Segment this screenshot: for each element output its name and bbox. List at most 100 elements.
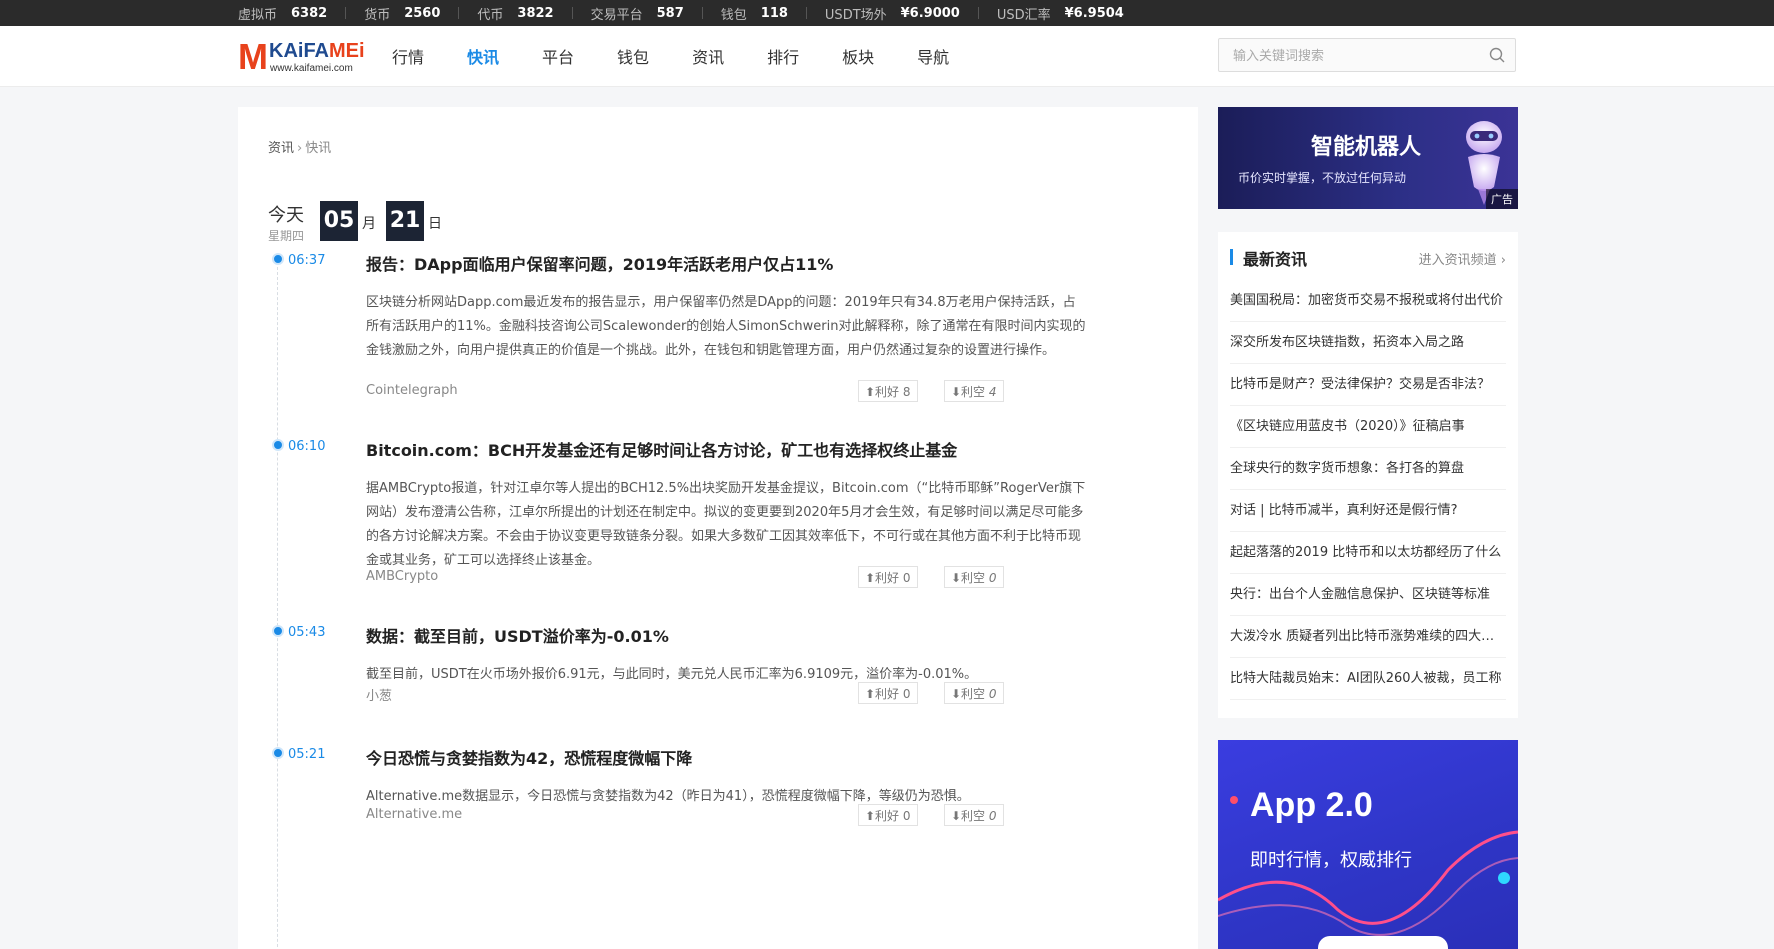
ticker-item[interactable]: 货币 2560 [364, 4, 440, 23]
latest-news-item[interactable]: 比特大陆裁员始末：AI团队260人被裁，员工称 [1230, 658, 1506, 700]
bullish-vote-button[interactable]: ⬆利好 0 [858, 566, 918, 588]
ticker-item[interactable]: 虚拟币 6382 [238, 4, 327, 23]
latest-news-item[interactable]: 央行：出台个人金融信息保护、区块链等标准 [1230, 574, 1506, 616]
day-box: 21 [386, 201, 424, 241]
latest-news-item[interactable]: 深交所发布区块链指数，拓资本入局之路 [1230, 322, 1506, 364]
market-ticker-bar: 虚拟币 6382 货币 2560 代币 3822 交易平台 587 钱包 118 USDT场外 ¥6.… [0, 0, 1774, 26]
logo-wordmark: KAiFAMEi [269, 40, 365, 63]
news-time-text: 06:37 [288, 253, 326, 268]
ticker-value: ¥6.9504 [1064, 5, 1124, 21]
bearish-vote-button[interactable]: ⬇利空 4 [944, 380, 1004, 402]
section-accent-bar [1230, 249, 1233, 265]
month-box: 05 [320, 201, 358, 241]
bearish-vote-button[interactable]: ⬇利空 0 [944, 566, 1004, 588]
news-source: AMBCrypto [366, 569, 439, 584]
search-input[interactable] [1219, 39, 1485, 73]
site-header: M KAiFAMEi www.kaifamei.com 行情 快讯 平台 钱包 资讯 排行… [0, 26, 1774, 87]
bullish-count: 8 [902, 385, 911, 399]
latest-news-more-link[interactable]: 进入资讯频道 › [1419, 249, 1506, 268]
latest-news-item[interactable]: 大泼冷水 质疑者列出比特币涨势难续的四大理由 [1230, 616, 1506, 658]
ticker-item[interactable]: 钱包 118 [721, 4, 788, 23]
search-icon[interactable] [1489, 47, 1505, 63]
latest-news-item[interactable]: 《区块链应用蓝皮书（2020）》征稿启事 [1230, 406, 1506, 448]
latest-news-title: 最新资讯 [1243, 250, 1308, 269]
news-time: 06:10 [272, 439, 325, 454]
latest-news-item[interactable]: 全球央行的数字货币想象：各打各的算盘 [1230, 448, 1506, 490]
bearish-label: ⬇利空 [951, 385, 986, 399]
latest-news-item[interactable]: 比特币是财产？受法律保护？交易是否非法？ [1230, 364, 1506, 406]
bullish-label: ⬆利好 [865, 385, 900, 399]
latest-news-item[interactable]: 对话 | 比特币减半，真利好还是假行情? [1230, 490, 1506, 532]
ticker-item[interactable]: 代币 3822 [477, 4, 553, 23]
logo-mark: M [238, 36, 268, 77]
site-logo[interactable]: M KAiFAMEi www.kaifamei.com [238, 38, 368, 76]
nav-item-7[interactable]: 导航 [917, 44, 949, 68]
logo-word-b: MEi [329, 40, 365, 62]
ticker-separator [458, 7, 460, 19]
news-item: 06:37 报告：DApp面临用户保留率问题，2019年活跃老用户仅占11% 区… [238, 253, 1198, 413]
timeline-dot-icon [272, 747, 284, 759]
news-title[interactable]: Bitcoin.com：BCH开发基金还有足够时间让各方讨论，矿工也有选择权终止… [366, 437, 957, 461]
bearish-label: ⬇利空 [951, 571, 986, 585]
ad-label: 广告 [1486, 189, 1518, 209]
news-time: 05:21 [272, 747, 325, 762]
bullish-label: ⬆利好 [865, 687, 900, 701]
ticker-label: USD汇率 [996, 7, 1051, 23]
bullish-count: 0 [902, 571, 911, 585]
news-time-text: 05:43 [288, 625, 326, 640]
news-title[interactable]: 报告：DApp面临用户保留率问题，2019年活跃老用户仅占11% [366, 251, 833, 275]
nav-item-3[interactable]: 钱包 [617, 44, 649, 68]
breadcrumb-parent[interactable]: 资讯 [268, 141, 294, 156]
logo-url: www.kaifamei.com [270, 63, 353, 74]
ticker-value: 3822 [517, 5, 554, 21]
news-item: 06:10 Bitcoin.com：BCH开发基金还有足够时间让各方讨论，矿工也… [238, 439, 1198, 599]
breadcrumb-current: 快讯 [305, 141, 332, 156]
bearish-vote-button[interactable]: ⬇利空 0 [944, 682, 1004, 704]
ad-banner-app[interactable]: App 2.0 即时行情，权威排行 [1218, 740, 1518, 949]
ticker-label: 代币 [477, 7, 504, 23]
latest-news-item[interactable]: 美国国税局：加密货币交易不报税或将付出代价 [1230, 280, 1506, 322]
nav-item-5[interactable]: 排行 [767, 44, 799, 68]
ticker-item[interactable]: USD汇率 ¥6.9504 [997, 4, 1124, 23]
ticker-value: 118 [760, 5, 788, 21]
bullish-label: ⬆利好 [865, 809, 900, 823]
latest-news-box: 最新资讯 进入资讯频道 › 美国国税局：加密货币交易不报税或将付出代价 深交所发布… [1218, 232, 1518, 718]
ticker-item[interactable]: USDT场外 ¥6.9000 [825, 4, 960, 23]
nav-item-2[interactable]: 平台 [542, 44, 574, 68]
bearish-count: 0 [988, 809, 997, 823]
breadcrumb: 资讯 › 快讯 [268, 137, 331, 156]
bearish-count: 0 [988, 571, 997, 585]
ticker-separator [977, 7, 979, 19]
news-item: 05:21 今日恐慌与贪婪指数为42，恐慌程度微幅下降 Alternative.… [238, 747, 1198, 837]
app-ad-graphic [1218, 796, 1518, 949]
ad-banner-robot[interactable]: 智能机器人 币价实时掌握，不放过任何异动 广告 [1218, 107, 1518, 209]
ticker-label: 交易平台 [590, 7, 643, 23]
latest-news-item[interactable]: 起起落落的2019 比特币和以太坊都经历了什么 [1230, 532, 1506, 574]
app-ad-title: App 2.0 [1250, 786, 1373, 824]
ticker-separator [701, 7, 703, 19]
logo-word-a: KAiFA [269, 40, 329, 62]
bullish-vote-button[interactable]: ⬆利好 0 [858, 804, 918, 826]
news-body: 据AMBCrypto报道，针对江卓尔等人提出的BCH12.5%出块奖励开发基金提… [366, 481, 1086, 568]
nav-item-0[interactable]: 行情 [392, 44, 424, 68]
news-title[interactable]: 今日恐慌与贪婪指数为42，恐慌程度微幅下降 [366, 745, 692, 769]
news-time-text: 05:21 [288, 747, 326, 762]
ticker-label: 钱包 [720, 7, 747, 23]
nav-item-1[interactable]: 快讯 [467, 44, 499, 68]
news-title[interactable]: 数据：截至目前，USDT溢价率为-0.01% [366, 623, 669, 647]
nav-item-6[interactable]: 板块 [842, 44, 874, 68]
ticker-item[interactable]: 交易平台 587 [591, 4, 684, 23]
nav-item-4[interactable]: 资讯 [692, 44, 724, 68]
bullish-vote-button[interactable]: ⬆利好 0 [858, 682, 918, 704]
bullish-vote-button[interactable]: ⬆利好 8 [858, 380, 918, 402]
today-label: 今天 [268, 205, 304, 226]
news-source: Alternative.me [366, 807, 463, 822]
ticker-value: 6382 [291, 5, 328, 21]
bullish-label: ⬆利好 [865, 571, 900, 585]
ticker-label: USDT场外 [824, 7, 887, 23]
bearish-count: 4 [988, 385, 997, 399]
timeline-dot-icon [272, 625, 284, 637]
news-time-text: 06:10 [288, 439, 326, 454]
ticker-separator [805, 7, 807, 19]
bearish-vote-button[interactable]: ⬇利空 0 [944, 804, 1004, 826]
